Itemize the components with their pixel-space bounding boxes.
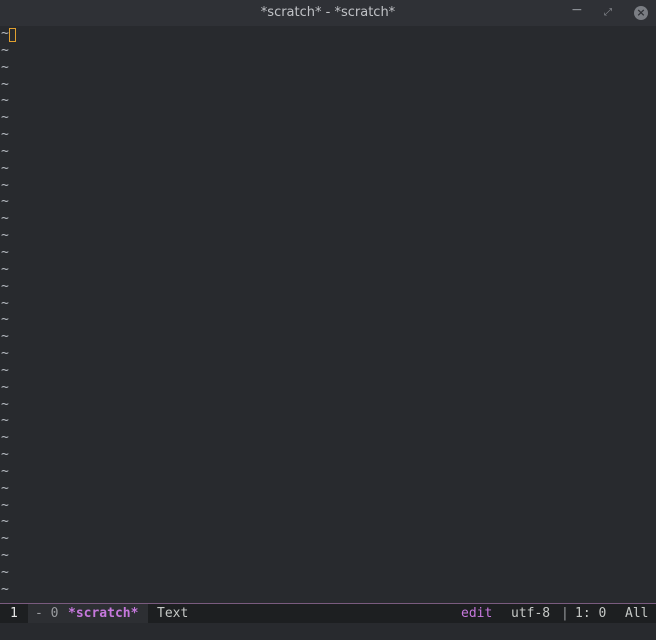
echo-area[interactable] (0, 623, 656, 640)
empty-line-marker: ~ (1, 143, 9, 159)
empty-line-marker: ~ (1, 211, 9, 227)
empty-line-marker: ~ (1, 312, 9, 328)
empty-line-markers: ~ ~ ~ ~ ~ ~ ~ ~ ~ ~ ~ ~ ~ ~ ~ ~ ~ ~ ~ ~ ~ ~ ~ ~ ~ ~ ~ ~ ~ ~ ~ ~ ~ ~ (1, 26, 15, 599)
empty-line-marker: ~ (1, 76, 9, 92)
empty-line-marker: ~ (1, 278, 9, 294)
major-mode[interactable]: Text (157, 604, 188, 623)
empty-line-marker: ~ (1, 447, 9, 463)
empty-line-marker: ~ (1, 160, 9, 176)
empty-line-marker: ~ (1, 295, 9, 311)
empty-line-marker: ~ (1, 110, 9, 126)
empty-line-marker: ~ (1, 93, 9, 109)
evil-state: edit (461, 606, 493, 621)
empty-line-marker: ~ (1, 430, 9, 446)
empty-line-marker: ~ (1, 531, 9, 547)
empty-line-marker: ~ (1, 565, 9, 580)
empty-line-marker: ~ (1, 413, 9, 429)
window-titlebar[interactable]: *scratch* - *scratch* − ⤢ × (0, 0, 656, 26)
modeline-separator: | (561, 606, 569, 621)
empty-line-marker: ~ (1, 514, 9, 530)
empty-line-marker: ~ (1, 194, 9, 210)
empty-line-marker: ~ (1, 548, 9, 564)
encoding[interactable]: utf-8 (511, 604, 550, 623)
empty-line-marker: ~ (1, 581, 9, 597)
close-icon[interactable]: × (634, 6, 648, 20)
empty-line-marker: ~ (1, 329, 9, 345)
empty-line-marker: ~ (1, 228, 9, 244)
modeline: 1 - 0 *scratch* Text edit utf-8 | 1: 0 A… (0, 603, 656, 623)
window-number: 1 (10, 606, 18, 621)
empty-line-marker: ~ (1, 127, 9, 143)
empty-line-marker: ~ (1, 244, 9, 260)
empty-line-marker: ~ (1, 261, 9, 277)
empty-line-marker: ~ (1, 480, 9, 496)
empty-line-marker: ~ (1, 379, 9, 395)
editor-area[interactable]: ~ ~ ~ ~ ~ ~ ~ ~ ~ ~ ~ ~ ~ ~ ~ ~ ~ ~ ~ ~ ~ ~ ~ ~ ~ ~ ~ ~ ~ ~ ~ ~ ~ ~ (0, 26, 656, 603)
empty-line-marker: ~ (1, 497, 9, 513)
buffer-state: - 0 (35, 606, 59, 621)
maximize-icon[interactable]: ⤢ (604, 0, 612, 26)
minimize-icon[interactable]: − (571, 0, 583, 23)
empty-line-marker: ~ (1, 59, 9, 75)
empty-line-marker: ~ (1, 177, 9, 193)
empty-line-marker: ~ (1, 396, 9, 412)
empty-line-marker: ~ (1, 346, 9, 362)
text-cursor (9, 28, 16, 42)
empty-line-marker: ~ (1, 42, 9, 58)
scroll-indicator: All (625, 606, 649, 621)
buffer-name[interactable]: *scratch* (68, 604, 138, 623)
empty-line-marker: ~ (1, 362, 9, 378)
empty-line-marker: ~ (1, 463, 9, 479)
window-title: *scratch* - *scratch* (260, 5, 396, 20)
cursor-position: 1: 0 (575, 606, 607, 621)
